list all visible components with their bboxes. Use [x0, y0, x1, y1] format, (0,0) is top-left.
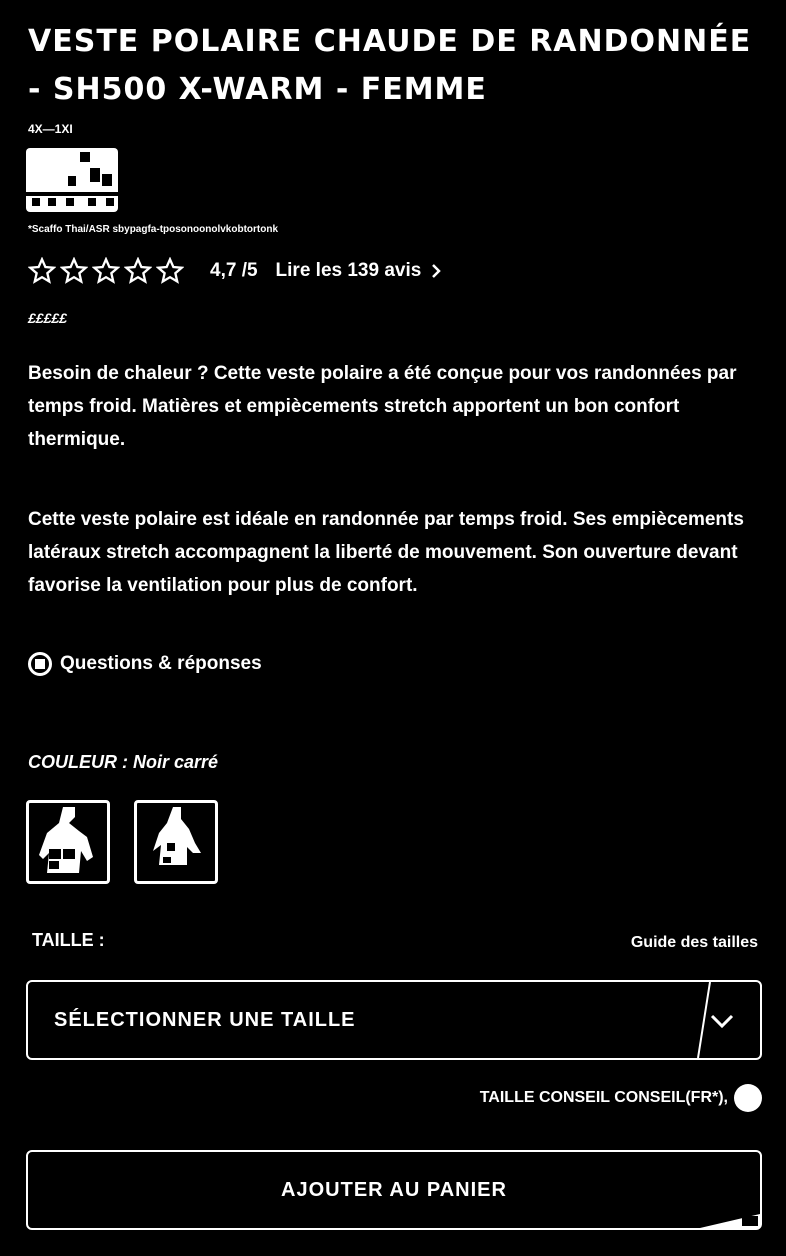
- add-to-cart-button[interactable]: Ajouter au panier: [26, 1150, 762, 1230]
- rating-row: 4,7 /5 Lire les 139 avis: [28, 256, 442, 286]
- button-corner-decoration: [700, 1214, 760, 1228]
- brand-logo: [26, 148, 118, 212]
- more-info-label: Questions & réponses: [60, 653, 262, 674]
- rating-stars: [28, 257, 184, 285]
- more-info-link[interactable]: Questions & réponses: [28, 652, 262, 676]
- fit-advice-row: TAILLE CONSEIL CONSEIL(FR*),: [480, 1084, 762, 1112]
- description-paragraph-1: Besoin de chaleur ? Cette veste polaire …: [28, 363, 737, 450]
- fit-advice-toggle[interactable]: [734, 1084, 762, 1112]
- reviews-link-label: Lire les 139 avis: [275, 260, 422, 281]
- chevron-right-icon: [432, 264, 442, 278]
- star-icon: [28, 257, 56, 284]
- star-icon: [92, 257, 120, 284]
- color-swatch-navy[interactable]: [134, 800, 218, 884]
- size-label: TAILLE :: [32, 930, 105, 950]
- star-icon: [124, 257, 152, 284]
- product-reference: 4X—1XI: [28, 122, 73, 136]
- product-price: £££££: [28, 310, 67, 326]
- star-icon: [60, 257, 88, 284]
- star-icon: [156, 257, 184, 284]
- jacket-thumbnail-icon: [153, 807, 201, 865]
- size-select[interactable]: Sélectionner une taille: [26, 980, 762, 1060]
- info-circle-icon: [28, 652, 52, 676]
- color-swatch-black[interactable]: [26, 800, 110, 884]
- add-to-cart-label: Ajouter au panier: [281, 1178, 507, 1201]
- jacket-thumbnail-icon: [39, 807, 93, 873]
- size-select-placeholder: Sélectionner une taille: [54, 1009, 356, 1031]
- reviews-link[interactable]: Lire les 139 avis: [276, 260, 442, 282]
- color-label: COULEUR : Noir carré: [28, 752, 219, 772]
- description-paragraph-2: Cette veste polaire est idéale en randon…: [28, 509, 744, 596]
- size-guide-link[interactable]: Guide des tailles: [631, 934, 758, 952]
- rating-value: 4,7 /5: [210, 260, 258, 281]
- fit-advice-text: TAILLE CONSEIL CONSEIL(FR*),: [479, 1089, 728, 1106]
- chevron-down-icon: [710, 1014, 734, 1029]
- product-tagline: *Scaffo Thai/ASR sbypagfa-tposonoonolvko…: [28, 224, 279, 235]
- product-title: Veste polaire chaude de randonnée - SH50…: [28, 24, 752, 107]
